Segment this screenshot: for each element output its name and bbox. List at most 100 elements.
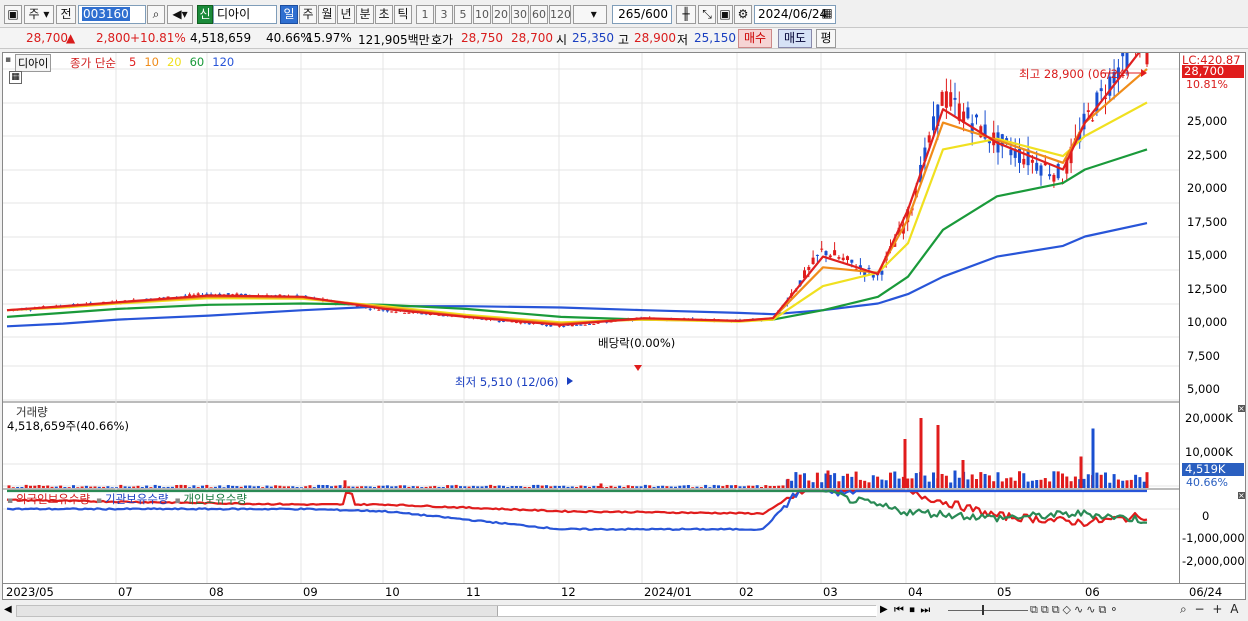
x-tick-5: 11	[466, 585, 481, 599]
price-tick-4: 15,000	[1187, 248, 1228, 262]
period-button-5[interactable]: 초	[375, 5, 393, 24]
stock-code-input[interactable]: 003160	[78, 5, 146, 24]
tool-icon[interactable]: ⤡	[698, 5, 716, 24]
price-axis[interactable]: LC:420.87 28,700 10.81% 4,519K 40.66% × …	[1180, 52, 1246, 584]
ma-legend-period-1[interactable]: 10	[144, 55, 159, 69]
data-count-field[interactable]: 265/600	[612, 5, 672, 24]
volume-bar	[1104, 472, 1107, 488]
volume-bar	[252, 486, 256, 488]
volume-bar	[815, 472, 819, 488]
scroll-right-icon[interactable]: ▶	[880, 604, 888, 615]
buy-button[interactable]: 매수	[738, 29, 772, 48]
scrollbar-thumb[interactable]	[497, 606, 877, 616]
stock-tag[interactable]: 디아이	[15, 54, 52, 72]
volume-bar	[1018, 471, 1021, 488]
candle-body	[1145, 19, 1149, 65]
candle-type-icon[interactable]: ╫	[676, 5, 696, 24]
ma-legend-period-3[interactable]: 60	[190, 55, 205, 69]
period-button-3[interactable]: 년	[337, 5, 355, 24]
period-button-1[interactable]: 주	[299, 5, 317, 24]
period-button-2[interactable]: 월	[318, 5, 336, 24]
gear-icon[interactable]: ⚙	[734, 5, 752, 24]
interval-button-7[interactable]: 120	[549, 5, 571, 24]
holding-panel-close-icon[interactable]: ×	[1238, 492, 1245, 500]
ma-legend-period-2[interactable]: 20	[167, 55, 182, 69]
horizontal-scrollbar[interactable]	[16, 605, 877, 617]
interval-button-2[interactable]: 5	[454, 5, 472, 24]
window-menu-icon[interactable]: ▣	[4, 5, 22, 24]
period-button-4[interactable]: 분	[356, 5, 374, 24]
volume-bar	[420, 487, 424, 488]
holding-legend-item-2[interactable]: 개인보유수량	[183, 492, 246, 506]
volume-bar	[1061, 473, 1064, 488]
prev-button[interactable]: 전	[56, 5, 76, 24]
grid-toggle-icon[interactable]: ▦	[9, 71, 22, 84]
speaker-icon[interactable]: ◀▾	[167, 5, 193, 24]
ma-line-60	[6, 148, 1148, 322]
price-change: 2,800	[96, 31, 131, 45]
low-price: 25,150	[694, 31, 736, 45]
volume-bar	[41, 485, 45, 488]
scroll-left-icon[interactable]: ◀	[4, 604, 12, 615]
period-button-6[interactable]: 틱	[394, 5, 412, 24]
current-price: 28,700	[26, 31, 68, 45]
candle-body	[846, 256, 849, 261]
holding-legend-item-0[interactable]: 외국인보유수량	[16, 492, 90, 506]
volume-bar	[871, 475, 875, 488]
type-select[interactable]: 주 ▾	[24, 5, 54, 24]
volume-bar	[119, 484, 123, 488]
interval-button-0[interactable]: 1	[416, 5, 434, 24]
ma-legend-label[interactable]: 종가 단순	[70, 55, 116, 71]
volume-bar	[145, 485, 149, 488]
high-price: 28,900	[634, 31, 676, 45]
volume-bar	[626, 485, 630, 488]
volume-bar	[910, 478, 914, 488]
ma-legend-period-0[interactable]: 5	[129, 55, 136, 69]
high-label: 고	[618, 33, 630, 47]
volume-bar	[751, 485, 755, 488]
interval-button-4[interactable]: 20	[492, 5, 510, 24]
volume-bar	[854, 471, 858, 488]
bottom-tool-icons[interactable]: ⧉⧉⧉◇∿∿⧉⚬	[1030, 603, 1122, 617]
custom-interval-select[interactable]: ▾	[573, 5, 607, 24]
date-axis[interactable]: 06/24 2023/05 07 08 09 10 11 12 2024/01 02 03 04 05…	[2, 584, 1246, 600]
zoom-icons[interactable]: ⌕ − + A	[1180, 602, 1240, 617]
volume-panel-close-icon[interactable]: ×	[1238, 405, 1245, 413]
save-icon[interactable]: ▣	[717, 5, 733, 24]
period-button-0[interactable]: 일	[280, 5, 298, 24]
sell-button[interactable]: 매도	[778, 29, 812, 48]
interval-button-6[interactable]: 60	[530, 5, 548, 24]
candle-body	[944, 91, 948, 108]
volume-bar	[987, 475, 991, 488]
date-value: 2024/06/24	[758, 7, 828, 21]
volume-bar	[24, 484, 28, 488]
main-toolbar: ▣ 주 ▾ 전 003160 ⌕ ◀▾ 신 디아이 ▾ 265/600 ╫ ⤡ …	[0, 0, 1248, 28]
interval-button-3[interactable]: 10	[473, 5, 491, 24]
search-icon[interactable]: ⌕	[147, 5, 165, 24]
zoom-slider-handle[interactable]	[982, 605, 984, 615]
candle-body	[1048, 174, 1052, 177]
ma-legend-period-4[interactable]: 120	[212, 55, 234, 69]
volume-bar	[1134, 474, 1138, 488]
volume-spike-bar	[1145, 472, 1149, 488]
eval-button[interactable]: 평	[816, 29, 836, 48]
playback-controls[interactable]: ⏮ ⏹ ⏭	[894, 603, 931, 617]
volume-bar	[519, 486, 523, 488]
volume-bar	[553, 485, 557, 488]
interval-button-1[interactable]: 3	[435, 5, 453, 24]
holding-legend-item-1[interactable]: 기관보유수량	[105, 492, 168, 506]
volume-bar	[527, 487, 531, 488]
volume-bar	[721, 486, 725, 488]
volume-bar	[1052, 471, 1056, 488]
zoom-slider[interactable]	[948, 605, 1028, 615]
candle-body	[949, 92, 953, 107]
interval-button-5[interactable]: 30	[511, 5, 529, 24]
candle-body	[811, 257, 815, 264]
holding-tick-2: -2,000,000	[1182, 554, 1245, 568]
volume-bar	[927, 481, 931, 488]
min-arrow-head	[567, 377, 573, 385]
chart-area[interactable]: 디아이 ▪ 종가 단순 5 10 20 60 120 ▦ 최고 28,900 (06/2…	[2, 0, 1180, 584]
volume-bar	[424, 486, 428, 488]
calendar-icon[interactable]: ▦	[818, 5, 836, 24]
volume-bar	[149, 487, 153, 488]
